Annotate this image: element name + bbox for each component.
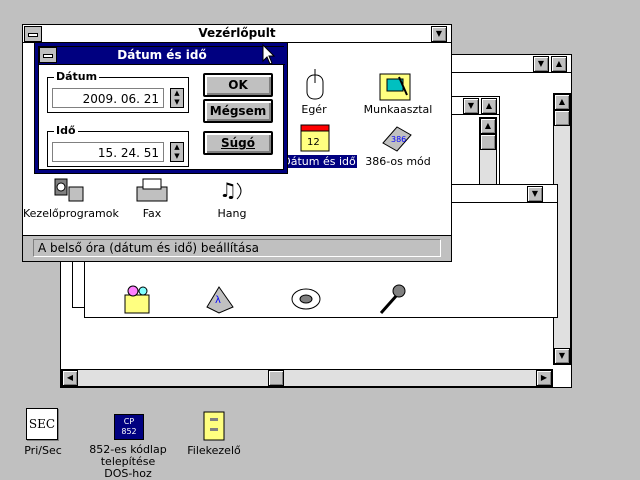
cp-icon-mouse[interactable]: Egér (293, 69, 335, 119)
status-bar: A belső óra (dátum és idő) beállítása (23, 235, 451, 261)
drivers-icon (54, 178, 84, 202)
cp-icon-label: 386-os mód (365, 155, 431, 168)
back-group-icon-2[interactable]: λ (203, 283, 237, 315)
cp-icon-label: Kezelőprogramok (23, 207, 119, 220)
time-label: Idő (54, 124, 78, 137)
status-text: A belső óra (dátum és idő) beállítása (33, 239, 441, 257)
time-spinner[interactable]: ▲ ▼ (170, 142, 184, 162)
scroll-left-button[interactable]: ◀ (62, 370, 78, 386)
back-group-icon-1[interactable] (121, 283, 155, 315)
cp-icon-fax[interactable]: Fax (127, 173, 177, 223)
cp-icon-desktop[interactable]: Munkaasztal (363, 69, 433, 119)
ok-button[interactable]: OK (203, 73, 273, 97)
back-group-icon-4[interactable] (375, 283, 409, 315)
horizontal-scrollbar[interactable]: ◀ ▶ (61, 369, 553, 387)
spin-up-icon[interactable]: ▲ (171, 89, 183, 98)
date-time-icon: 12 (300, 124, 330, 152)
minimize-button[interactable]: ▼ (431, 26, 447, 42)
desktop-icon-label: 852-es kódlap telepítése DOS-hoz (89, 443, 167, 480)
date-label: Dátum (54, 70, 100, 83)
cp-icon-386[interactable]: 386 386-os mód (363, 121, 433, 171)
scroll-thumb[interactable] (554, 110, 570, 126)
svg-text:12: 12 (307, 137, 320, 148)
desktop-icon-file-manager[interactable]: Filekezelő (186, 410, 242, 460)
cp-icon-label: Munkaasztal (363, 103, 433, 116)
cp-icon-label-selected: Dátum és idő (281, 155, 357, 168)
scroll-hthumb[interactable] (268, 370, 284, 386)
microphone-icon (379, 284, 406, 314)
spin-down-icon[interactable]: ▼ (171, 152, 183, 161)
system-menu-button[interactable] (24, 26, 42, 42)
desktop-icon-label: Filekezelő (187, 444, 241, 457)
time-group: Idő 15. 24. 51 ▲ ▼ (47, 124, 189, 167)
math-icon: λ (206, 286, 234, 314)
cp-icon-label: Fax (142, 207, 162, 220)
cp-icon-date-time[interactable]: 12 Dátum és idő (281, 121, 357, 171)
fax-icon (136, 178, 168, 202)
date-spinner[interactable]: ▲ ▼ (170, 88, 184, 108)
cp-icon-label: Egér (301, 103, 327, 116)
desktop-icon (379, 73, 411, 101)
cancel-button[interactable]: Mégsem (203, 99, 273, 123)
minimize-button[interactable]: ▼ (463, 98, 479, 114)
maximize-button[interactable]: ▲ (551, 56, 567, 72)
dialog-title: Dátum és idő (117, 48, 207, 62)
chip-label: 386 (391, 135, 406, 144)
date-group: Dátum 2009. 06. 21 ▲ ▼ (47, 70, 189, 113)
minimize-button[interactable]: ▼ (533, 56, 549, 72)
sound-icon: ♫ (219, 178, 242, 202)
386-enhanced-icon: 386 (382, 126, 412, 152)
desktop-icon-label: Pri/Sec (24, 444, 62, 457)
help-button[interactable]: Súgó (203, 131, 273, 155)
scroll-up-button[interactable]: ▲ (554, 94, 570, 110)
cp-icon-sound[interactable]: ♫ Hang (207, 173, 257, 223)
mouse-cursor-icon (262, 44, 276, 65)
spin-up-icon[interactable]: ▲ (171, 143, 183, 152)
time-field[interactable]: 15. 24. 51 (52, 142, 164, 162)
svg-text:♫: ♫ (219, 178, 237, 202)
scroll-up-button[interactable]: ▲ (480, 118, 496, 134)
cp-icon-label: Hang (217, 207, 247, 220)
mouse-icon (306, 69, 324, 100)
film-reel-icon (291, 288, 321, 310)
maximize-button[interactable]: ▲ (481, 98, 497, 114)
date-time-dialog: Dátum és idő Dátum 2009. 06. 21 ▲ ▼ Idő … (34, 42, 288, 174)
scroll-right-button[interactable]: ▶ (536, 370, 552, 386)
scroll-thumb[interactable] (480, 134, 496, 150)
dialog-system-menu-button[interactable] (39, 47, 57, 63)
back-group-icon-3[interactable] (289, 283, 323, 315)
spin-down-icon[interactable]: ▼ (171, 98, 183, 107)
file-manager-icon (203, 411, 225, 441)
cp-icon-drivers[interactable]: Kezelőprogramok (23, 173, 119, 223)
svg-text:λ: λ (215, 295, 221, 306)
pri-sec-icon: SEC (26, 408, 58, 440)
desktop-icon-pri-sec[interactable]: SEC Pri/Sec (18, 408, 68, 458)
scroll-down-button[interactable]: ▼ (554, 348, 570, 364)
codepage-icon: CP 852 (114, 414, 144, 440)
desktop-icon-codepage[interactable]: CP 852 852-es kódlap telepítése DOS-hoz (88, 410, 168, 480)
accessories-icon (124, 285, 150, 314)
date-field[interactable]: 2009. 06. 21 (52, 88, 164, 108)
control-panel-title: Vezérlőpult (198, 26, 276, 40)
minimize-button[interactable]: ▼ (527, 186, 543, 202)
